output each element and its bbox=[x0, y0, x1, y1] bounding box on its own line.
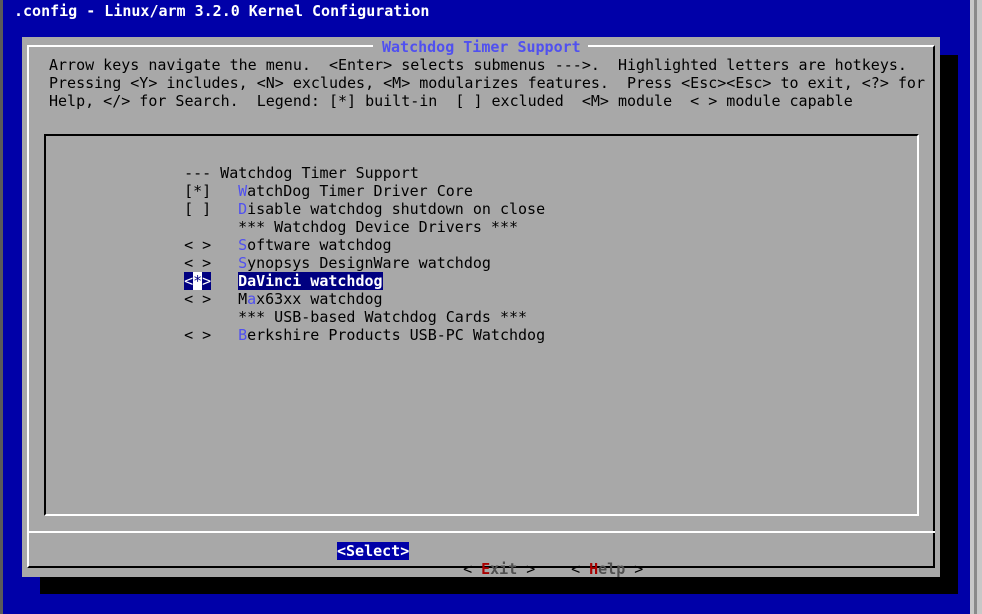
menu-item-synopsys-designware-watchdog[interactable]: < > Synopsys DesignWare watchdog bbox=[166, 236, 491, 272]
button-label: elp bbox=[598, 560, 626, 578]
exit-button[interactable]: < Exit > bbox=[445, 542, 535, 578]
dialog-button-separator bbox=[27, 531, 935, 533]
menu-item-label: erkshire Products USB-PC Watchdog bbox=[247, 326, 546, 344]
help-text-line-3: Help, </> for Search. Legend: [*] built-… bbox=[49, 92, 853, 110]
dialog-title: Watchdog Timer Support bbox=[382, 38, 581, 56]
button-label: xit bbox=[490, 560, 518, 578]
button-bracket-open: < bbox=[571, 560, 590, 578]
menu-item-watchdog-timer-support[interactable]: --- Watchdog Timer Support bbox=[166, 146, 419, 182]
window-left-edge bbox=[0, 0, 3, 614]
button-bracket-open: < bbox=[463, 560, 482, 578]
module-mark[interactable]: < > bbox=[184, 326, 238, 344]
menu-item-software-watchdog[interactable]: < > Software watchdog bbox=[166, 218, 392, 254]
button-bracket-close: > bbox=[625, 560, 644, 578]
help-button[interactable]: < Help > bbox=[553, 542, 643, 578]
menu-comment-device-drivers: *** Watchdog Device Drivers *** bbox=[166, 200, 518, 236]
menu-item-watchdog-driver-core[interactable]: [*] WatchDog Timer Driver Core bbox=[166, 164, 473, 200]
scrollbar-track bbox=[974, 0, 977, 614]
help-text-line-2: Pressing <Y> includes, <N> excludes, <M>… bbox=[49, 74, 925, 92]
menu-item-berkshire-usb-pc-watchdog[interactable]: < > Berkshire Products USB-PC Watchdog bbox=[166, 308, 545, 344]
button-hotkey: E bbox=[481, 560, 491, 578]
button-bracket-close: > bbox=[517, 560, 536, 578]
menu-item-davinci-watchdog[interactable]: <*> DaVinci watchdog bbox=[166, 254, 383, 290]
select-button[interactable]: <Select> bbox=[337, 542, 410, 560]
menu-item-disable-watchdog-shutdown[interactable]: [ ] Disable watchdog shutdown on close bbox=[166, 182, 545, 218]
hotkey-letter: B bbox=[238, 326, 248, 344]
menu-comment-usb-watchdog-cards: *** USB-based Watchdog Cards *** bbox=[166, 290, 527, 326]
help-text-line-1: Arrow keys navigate the menu. <Enter> se… bbox=[49, 56, 907, 74]
button-hotkey: H bbox=[589, 560, 599, 578]
terminal-title: .config - Linux/arm 3.2.0 Kernel Configu… bbox=[14, 2, 430, 20]
menu-item-max63xx-watchdog[interactable]: < > Max63xx watchdog bbox=[166, 272, 383, 308]
